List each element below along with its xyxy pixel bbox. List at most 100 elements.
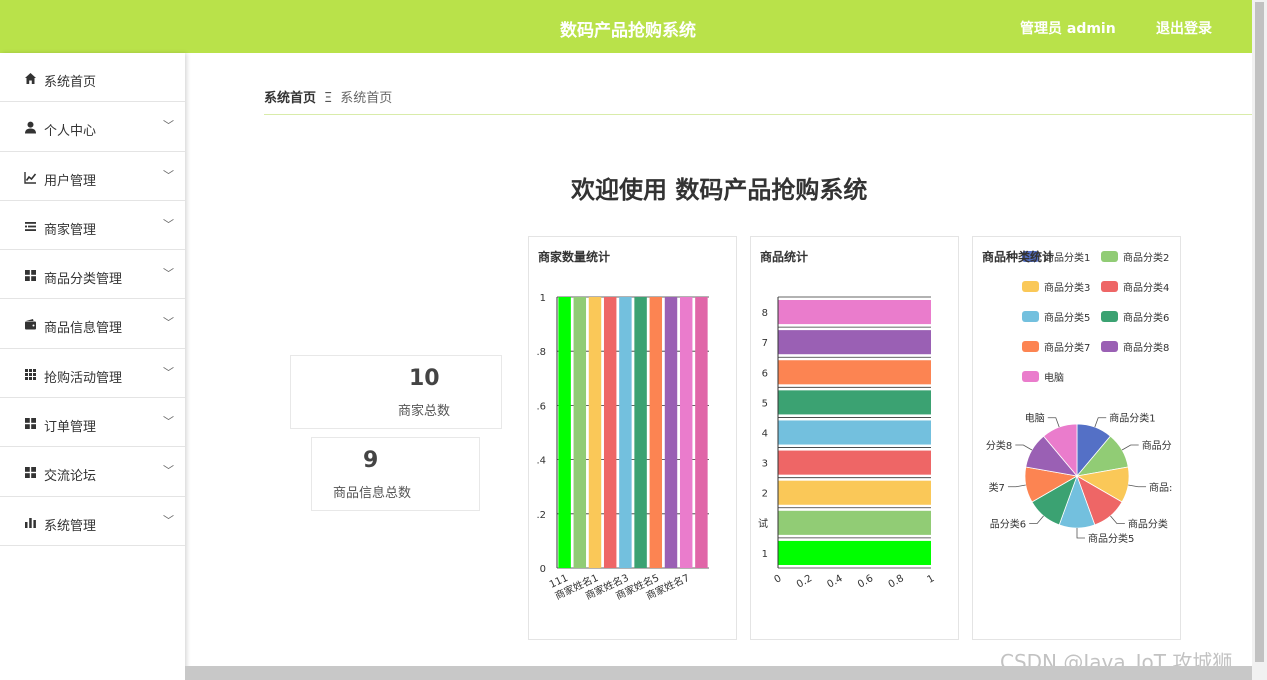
bar bbox=[778, 510, 931, 535]
bar bbox=[778, 420, 931, 445]
breadcrumb-current: 系统首页 bbox=[340, 91, 393, 106]
chart-panel-categories: 商品分类1 商品分类2 商品分类3 商品分类4 商品分类5 商品分类6 商品分类7 商品分类8… bbox=[972, 236, 1181, 640]
bar bbox=[778, 300, 931, 325]
legend-label: 商品分类8 bbox=[1123, 341, 1169, 354]
legend-swatch bbox=[1101, 281, 1118, 292]
merchant-bar-chart: 0.2.4.6.81111商家姓名1商家姓名3商家姓名5商家姓名7 bbox=[536, 293, 709, 602]
y-tick-label: .4 bbox=[536, 456, 546, 467]
legend-label: 电脑 bbox=[1044, 371, 1064, 384]
x-tick-label: 0.4 bbox=[825, 573, 844, 590]
slice-leader-line bbox=[1029, 515, 1044, 524]
bar-chart-icon bbox=[25, 517, 36, 528]
bar bbox=[778, 450, 931, 475]
y-tick-label: .2 bbox=[536, 510, 546, 521]
sidebar-item-label: 系统首页 bbox=[44, 75, 97, 90]
welcome-heading: 欢迎使用 数码产品抢购系统 bbox=[571, 176, 868, 204]
bar bbox=[588, 297, 602, 568]
sidebar-item-users[interactable]: 用户管理 ﹀ bbox=[0, 152, 185, 201]
chevron-down-icon: ﹀ bbox=[163, 513, 174, 527]
chevron-down-icon: ﹀ bbox=[163, 464, 174, 478]
grid-icon bbox=[25, 467, 36, 479]
chart-line-icon bbox=[24, 171, 37, 184]
y-tick-label: 试 bbox=[758, 517, 768, 530]
grid-icon bbox=[25, 270, 36, 282]
bar bbox=[695, 297, 708, 568]
legend-swatch bbox=[1022, 371, 1039, 382]
chart-panel-merchants: 商家数量统计 0.2.4.6.8 1 111 商家姓名1 商家姓名3 商家姓名5 商家姓名7 bbox=[528, 236, 737, 640]
slice-label: 商品分类1 bbox=[1109, 412, 1155, 425]
top-header: 数码产品抢购系统 管理员 admin 退出登录 bbox=[0, 0, 1252, 53]
sidebar-item-label: 用户管理 bbox=[44, 173, 97, 189]
sidebar-item-products[interactable]: 商品信息管理 ﹀ bbox=[0, 299, 185, 349]
sidebar-item-personal[interactable]: 个人中心 ﹀ bbox=[0, 102, 185, 152]
slice-label: 商品分 bbox=[1142, 439, 1172, 452]
y-tick-label: 1 bbox=[762, 549, 768, 560]
y-tick-label: .6 bbox=[536, 401, 546, 412]
slice-label: 电脑 bbox=[1025, 412, 1045, 425]
bar bbox=[558, 297, 571, 568]
legend-label: 商品分类5 bbox=[1044, 311, 1090, 324]
bar bbox=[679, 297, 693, 568]
y-tick-label: .8 bbox=[536, 347, 546, 358]
slice-label: 品分类6 bbox=[990, 517, 1026, 530]
chevron-down-icon: ﹀ bbox=[163, 415, 174, 429]
chevron-down-icon: ﹀ bbox=[163, 119, 174, 133]
bar bbox=[778, 540, 931, 565]
user-icon bbox=[25, 121, 36, 134]
sidebar-item-home[interactable]: 系统首页 bbox=[0, 53, 185, 103]
chevron-down-icon: ﹀ bbox=[163, 316, 174, 330]
sidebar-item-label: 系统管理 bbox=[44, 518, 97, 534]
legend-label: 商品分类3 bbox=[1044, 281, 1090, 294]
bar bbox=[649, 297, 663, 568]
breadcrumb: 系统首页 Ξ 系统首页 bbox=[264, 87, 392, 106]
y-tick-label: 4 bbox=[762, 429, 768, 440]
slice-leader-line bbox=[1015, 444, 1033, 451]
scrollbar-thumb[interactable] bbox=[1255, 2, 1264, 662]
legend-label: 商品分类6 bbox=[1123, 311, 1169, 324]
y-tick-label: 2 bbox=[762, 489, 768, 500]
stat-card-products: 9 商品信息总数 bbox=[311, 437, 480, 511]
bar bbox=[634, 297, 647, 568]
x-tick-label: 1 bbox=[925, 573, 936, 586]
slice-leader-line bbox=[1128, 484, 1147, 488]
wallet-icon bbox=[25, 319, 36, 330]
app-title: 数码产品抢购系统 bbox=[560, 21, 696, 41]
legend-label: 商品分类2 bbox=[1123, 251, 1169, 264]
sidebar-item-label: 个人中心 bbox=[44, 124, 97, 140]
chart-title: 商品种类统计 bbox=[982, 250, 1055, 264]
slice-leader-line bbox=[1076, 528, 1085, 539]
bar bbox=[603, 297, 617, 568]
horizontal-scrollbar[interactable] bbox=[185, 666, 1252, 680]
x-tick-label: 0.2 bbox=[795, 573, 814, 590]
chevron-down-icon: ﹀ bbox=[163, 217, 174, 231]
y-tick-label: 8 bbox=[762, 308, 768, 319]
current-user: 管理员 admin bbox=[1020, 21, 1116, 37]
grid-icon bbox=[25, 418, 36, 430]
logout-button[interactable]: 退出登录 bbox=[1156, 18, 1212, 38]
sidebar-item-categories[interactable]: 商品分类管理 ﹀ bbox=[0, 250, 185, 300]
sidebar-item-system[interactable]: 系统管理 ﹀ bbox=[0, 497, 185, 546]
legend-swatch bbox=[1022, 281, 1039, 292]
vertical-scrollbar[interactable] bbox=[1252, 0, 1267, 680]
breadcrumb-separator: Ξ bbox=[324, 91, 333, 106]
apps-icon bbox=[25, 368, 36, 380]
y-tick-label: 7 bbox=[762, 338, 768, 349]
x-tick-label: 0 bbox=[772, 573, 783, 586]
bar bbox=[619, 297, 632, 568]
bar bbox=[778, 330, 931, 355]
chart-panel-products: 商品统计 1 试 2 3 4 5 6 7 8 0 0.2 0.4 0.6 0.8 1 bbox=[750, 236, 959, 640]
sidebar-item-merchants[interactable]: 商家管理 ﹀ bbox=[0, 201, 185, 251]
stat-value: 10 bbox=[409, 366, 440, 391]
bar bbox=[778, 390, 931, 415]
sidebar-item-label: 商品分类管理 bbox=[44, 272, 123, 288]
y-tick-label: 5 bbox=[762, 398, 768, 409]
bar bbox=[573, 297, 587, 568]
legend-swatch bbox=[1101, 341, 1118, 352]
y-tick-label: 0 bbox=[540, 564, 546, 575]
sidebar-item-forum[interactable]: 交流论坛 ﹀ bbox=[0, 447, 185, 497]
y-tick-label: 6 bbox=[762, 368, 768, 379]
breadcrumb-root[interactable]: 系统首页 bbox=[264, 91, 316, 106]
sidebar-item-orders[interactable]: 订单管理 ﹀ bbox=[0, 398, 185, 448]
sidebar-item-flash-sales[interactable]: 抢购活动管理 ﹀ bbox=[0, 349, 185, 399]
slice-leader-line bbox=[1047, 417, 1060, 428]
